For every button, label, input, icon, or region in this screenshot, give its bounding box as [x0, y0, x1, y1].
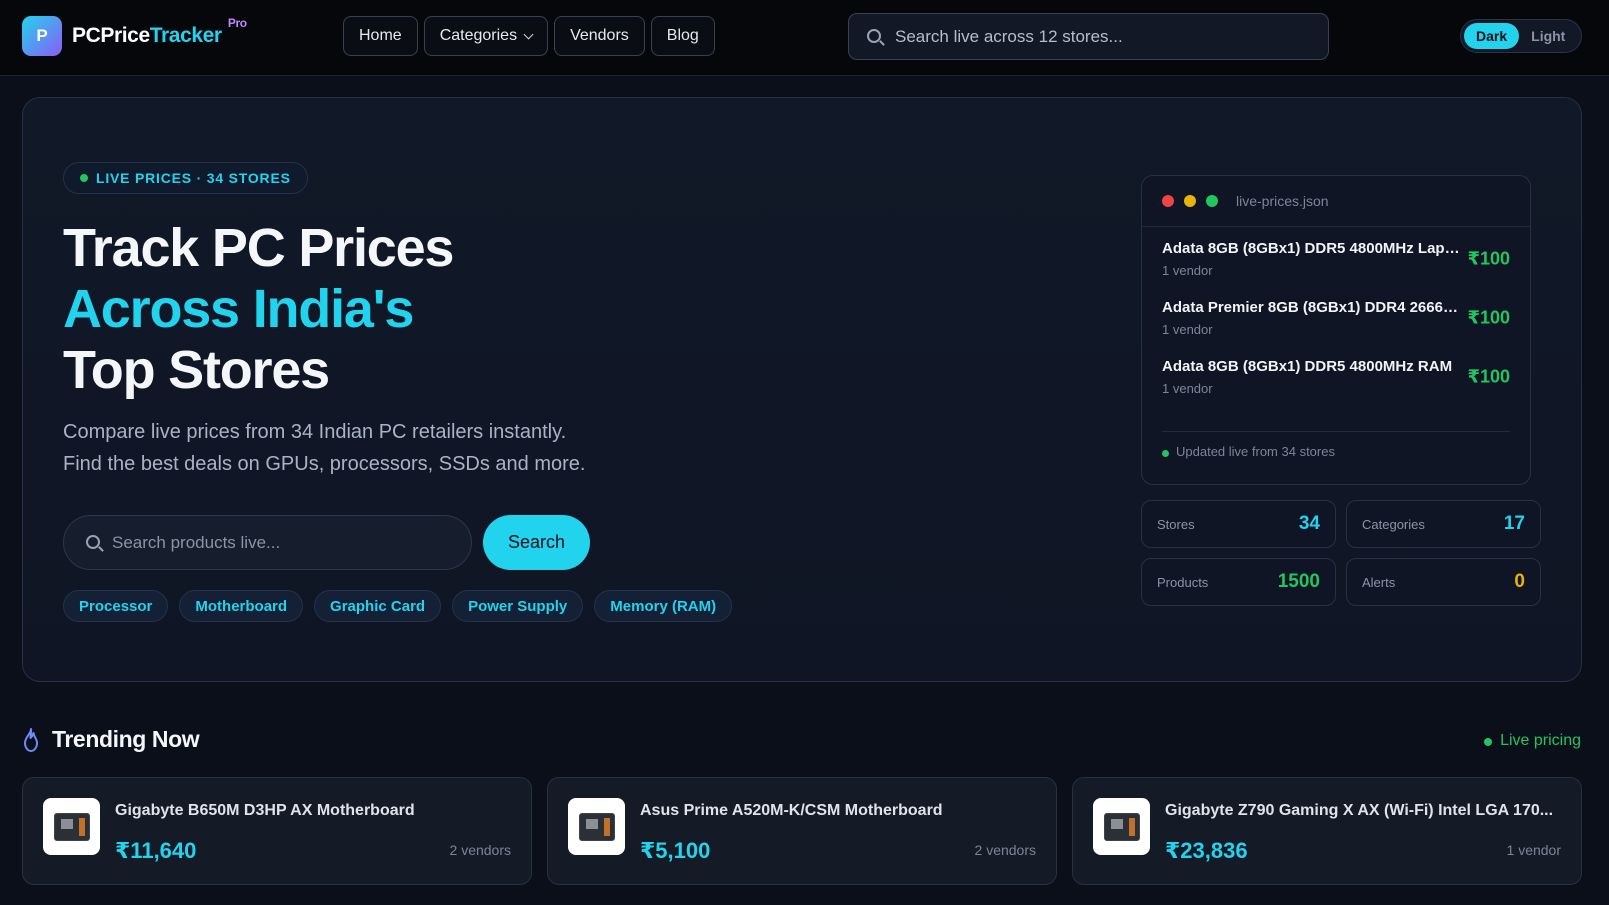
chip-graphic-card[interactable]: Graphic Card [314, 590, 442, 622]
nav-home[interactable]: Home [343, 16, 418, 56]
window-dot-yellow-icon [1184, 195, 1196, 207]
hero-search-input[interactable] [112, 532, 471, 553]
live-price-row[interactable]: Adata 8GB (8GBx1) DDR5 4800MHz RAM 1 ven… [1142, 347, 1530, 406]
live-price-value: ₹100 [1467, 248, 1510, 268]
chevron-down-icon [523, 29, 534, 39]
trending-product-name: Gigabyte Z790 Gaming X AX (Wi-Fi) Intel … [1165, 802, 1554, 819]
product-thumbnail [568, 798, 625, 855]
hero-section: LIVE PRICES · 34 STORES Track PC Prices … [22, 97, 1582, 682]
hero-title-line3: Top Stores [63, 340, 330, 400]
theme-light-option[interactable]: Light [1519, 23, 1577, 49]
logo-pro-badge: Pro [227, 16, 247, 30]
header-search-box[interactable] [848, 13, 1329, 60]
stat-products: Products 1500 [1141, 558, 1336, 606]
live-price-row[interactable]: Adata 8GB (8GBx1) DDR5 4800MHz Lapto... … [1142, 229, 1530, 288]
live-price-vendors: 1 vendor [1162, 262, 1213, 278]
nav-blog[interactable]: Blog [650, 16, 715, 56]
stat-categories: Categories 17 [1346, 500, 1541, 548]
logo-text-main: PCPrice [72, 24, 150, 47]
trending-product-vendors: 2 vendors [974, 842, 1036, 858]
window-dot-red-icon [1162, 195, 1174, 207]
search-icon [86, 535, 100, 549]
hero-subtitle-line1: Compare live prices from 34 Indian PC re… [63, 421, 567, 443]
hero-title: Track PC Prices Across India's Top Store… [63, 218, 454, 401]
live-price-name: Adata Premier 8GB (8GBx1) DDR4 2666MHz [1162, 298, 1462, 316]
window-dot-green-icon [1206, 195, 1218, 207]
hero-subtitle: Compare live prices from 34 Indian PC re… [63, 416, 623, 480]
chip-processor[interactable]: Processor [63, 590, 169, 622]
flame-icon [24, 727, 38, 752]
trending-title: Trending Now [52, 726, 200, 752]
live-price-vendors: 1 vendor [1162, 380, 1213, 396]
live-price-value: ₹100 [1467, 366, 1510, 386]
chip-motherboard[interactable]: Motherboard [179, 590, 304, 622]
main-nav: Home Categories Vendors Blog [343, 16, 715, 56]
logo-text-accent: Tracker [149, 24, 222, 47]
trending-card[interactable]: Asus Prime A520M-K/CSM Motherboard ₹5,10… [547, 777, 1057, 885]
live-price-name: Adata 8GB (8GBx1) DDR5 4800MHz RAM [1162, 357, 1453, 375]
live-prices-pill: LIVE PRICES · 34 STORES [63, 162, 308, 194]
hero-search-box[interactable] [63, 515, 472, 570]
theme-dark-option[interactable]: Dark [1464, 23, 1520, 49]
product-thumbnail [43, 798, 100, 855]
live-updated-note: Updated live from 34 stores [1162, 431, 1510, 459]
trending-product-name: Gigabyte B650M D3HP AX Motherboard [115, 802, 415, 819]
live-price-row[interactable]: Adata Premier 8GB (8GBx1) DDR4 2666MHz 1… [1142, 288, 1530, 347]
stat-value: 34 [1298, 513, 1320, 534]
stat-label: Stores [1157, 516, 1195, 532]
trending-card[interactable]: Gigabyte Z790 Gaming X AX (Wi-Fi) Intel … [1072, 777, 1582, 885]
motherboard-icon [1103, 812, 1140, 841]
header-search-input[interactable] [895, 26, 1328, 47]
category-chips: Processor Motherboard Graphic Card Power… [63, 590, 733, 622]
logo-badge: P [22, 16, 62, 56]
trending-card[interactable]: Gigabyte B650M D3HP AX Motherboard ₹11,6… [22, 777, 532, 885]
logo-text: PCPriceTracker Pro [72, 16, 247, 48]
nav-categories[interactable]: Categories [423, 16, 549, 56]
hero-subtitle-line2: Find the best deals on GPUs, processors,… [63, 453, 586, 475]
search-icon [867, 29, 881, 43]
stat-value: 17 [1503, 513, 1525, 534]
live-card-file-name: live-prices.json [1236, 193, 1329, 209]
trending-heading: Trending Now [22, 726, 200, 753]
theme-toggle[interactable]: Dark Light [1460, 19, 1582, 53]
nav-categories-label: Categories [439, 27, 518, 44]
hero-search-button[interactable]: Search [483, 515, 590, 570]
chip-power-supply[interactable]: Power Supply [452, 590, 584, 622]
live-price-name: Adata 8GB (8GBx1) DDR5 4800MHz Lapto... [1162, 239, 1462, 257]
trending-product-price: ₹5,100 [640, 838, 711, 863]
stat-label: Products [1157, 574, 1209, 590]
stat-label: Categories [1362, 516, 1425, 532]
top-navbar: P PCPriceTracker Pro Home Categories Ven… [0, 0, 1609, 76]
stat-stores: Stores 34 [1141, 500, 1336, 548]
live-pricing-indicator: Live pricing [1484, 732, 1581, 750]
nav-vendors[interactable]: Vendors [554, 16, 645, 56]
trending-product-price: ₹23,836 [1165, 838, 1248, 863]
nav-blog-label: Blog [666, 27, 699, 44]
chip-memory-ram[interactable]: Memory (RAM) [594, 590, 733, 622]
trending-product-vendors: 1 vendor [1506, 842, 1561, 858]
stat-value: 1500 [1277, 571, 1320, 592]
stat-value: 0 [1514, 571, 1525, 592]
trending-product-vendors: 2 vendors [449, 842, 511, 858]
live-card-header: live-prices.json [1142, 176, 1530, 227]
motherboard-icon [53, 812, 90, 841]
live-price-value: ₹100 [1467, 307, 1510, 327]
hero-title-line1: Track PC Prices [63, 218, 454, 278]
hero-title-line2: Across India's [63, 279, 414, 339]
nav-home-label: Home [359, 27, 402, 44]
trending-product-name: Asus Prime A520M-K/CSM Motherboard [640, 802, 943, 819]
stat-alerts: Alerts 0 [1346, 558, 1541, 606]
stat-label: Alerts [1362, 574, 1396, 590]
live-prices-card: live-prices.json Adata 8GB (8GBx1) DDR5 … [1141, 175, 1531, 485]
live-price-vendors: 1 vendor [1162, 321, 1213, 337]
trending-product-price: ₹11,640 [115, 838, 197, 863]
motherboard-icon [578, 812, 615, 841]
product-thumbnail [1093, 798, 1150, 855]
site-logo[interactable]: P PCPriceTracker Pro [22, 16, 247, 56]
nav-vendors-label: Vendors [570, 27, 629, 44]
